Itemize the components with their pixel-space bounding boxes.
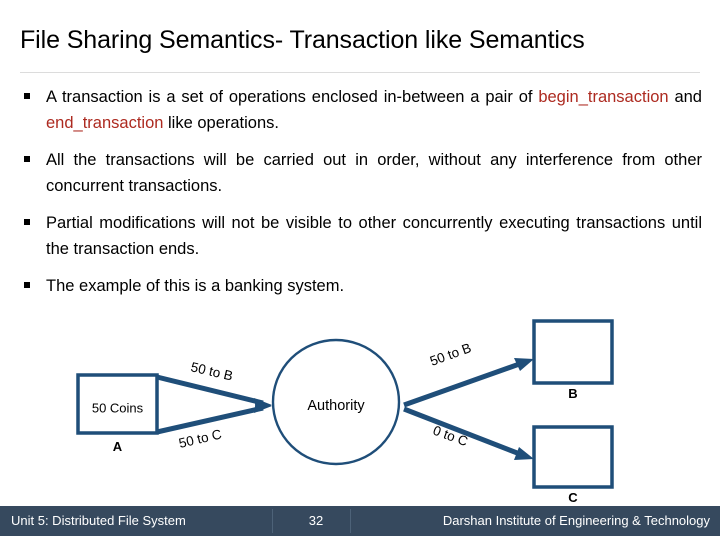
node-a: 50 Coins A — [76, 373, 159, 454]
node-authority-label: Authority — [307, 398, 365, 414]
slide-number: 32 — [308, 513, 324, 528]
edge-a-to-authority-top — [156, 374, 272, 410]
title-divider — [20, 72, 700, 73]
list-item: A transaction is a set of operations enc… — [20, 84, 702, 136]
node-a-text: 50 Coins — [92, 400, 144, 415]
banking-transaction-diagram: 50 Coins A Authority B C 50 to B 50 to C… — [0, 316, 720, 506]
footer-divider — [350, 509, 351, 533]
bullet-text: The example of this is a banking system. — [46, 277, 345, 295]
node-b-label: B — [568, 386, 577, 401]
bullet-text: All the transactions will be carried out… — [46, 151, 702, 195]
node-a-label: A — [113, 439, 123, 454]
slide-footer: Unit 5: Distributed File System 32 Darsh… — [0, 506, 720, 536]
edge-label-a-to-c: 50 to C — [177, 426, 223, 450]
list-item: All the transactions will be carried out… — [20, 147, 702, 199]
keyword-end-transaction: end_transaction — [46, 114, 164, 132]
footer-unit-label: Unit 5: Distributed File System — [11, 513, 186, 528]
edge-label-authority-to-b: 50 to B — [428, 340, 473, 369]
footer-divider — [272, 509, 273, 533]
bullet-list: A transaction is a set of operations enc… — [20, 84, 702, 310]
keyword-begin-transaction: begin_transaction — [538, 88, 669, 106]
bullet-text: Partial modifications will not be visibl… — [46, 214, 702, 258]
bullet-text-part: A transaction is a set of operations enc… — [46, 88, 539, 106]
square-bullet-icon — [24, 93, 30, 99]
node-authority: Authority — [271, 338, 401, 466]
node-c: C — [532, 425, 614, 505]
list-item: The example of this is a banking system. — [20, 273, 702, 299]
slide-canvas: File Sharing Semantics- Transaction like… — [0, 0, 720, 540]
square-bullet-icon — [24, 219, 30, 225]
page-title: File Sharing Semantics- Transaction like… — [20, 26, 585, 54]
bullet-text-part: like operations. — [163, 114, 279, 132]
footer-institute-label: Darshan Institute of Engineering & Techn… — [442, 513, 710, 528]
bullet-text-part: and — [668, 88, 702, 106]
edge-authority-to-b — [403, 358, 534, 408]
node-c-label: C — [568, 490, 578, 505]
square-bullet-icon — [24, 282, 30, 288]
square-bullet-icon — [24, 156, 30, 162]
list-item: Partial modifications will not be visibl… — [20, 210, 702, 262]
node-b: B — [532, 319, 614, 401]
edge-label-a-to-b: 50 to B — [189, 359, 234, 383]
